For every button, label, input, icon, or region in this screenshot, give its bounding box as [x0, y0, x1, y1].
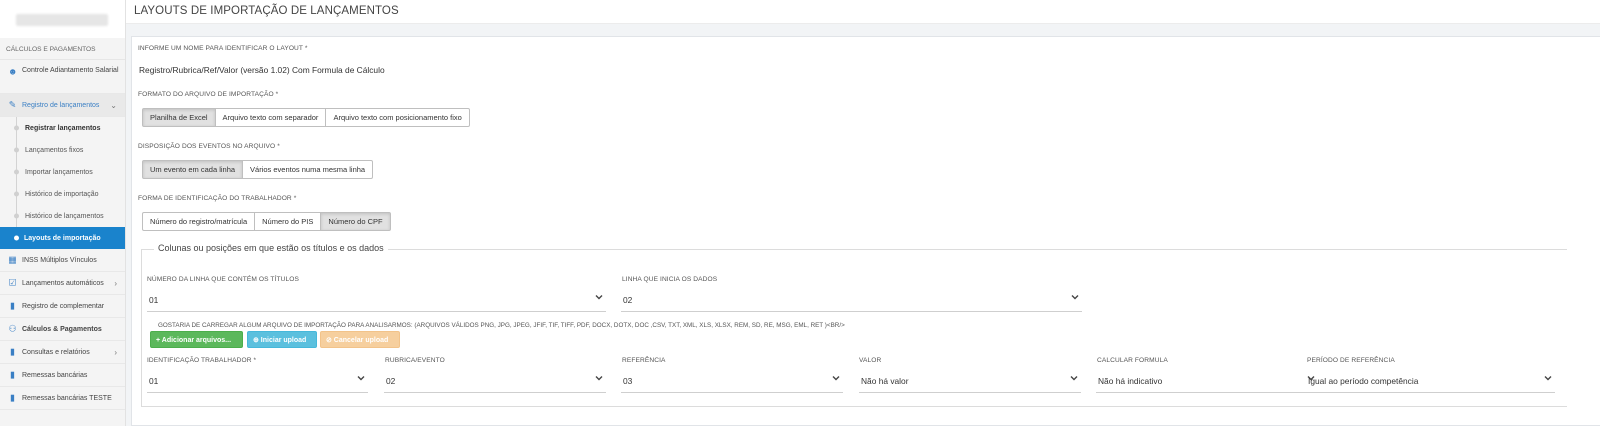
- chevron-down-icon: ⌄: [110, 100, 117, 110]
- format-excel-button[interactable]: Planilha de Excel: [142, 108, 216, 127]
- chevron-down-icon: [831, 373, 841, 383]
- map-valor-select[interactable]: Não há valor: [859, 371, 1081, 393]
- map-referencia-select[interactable]: 03: [621, 371, 843, 393]
- sidebar-item-label: Consultas e relatórios: [22, 348, 90, 356]
- registration-number-button[interactable]: Número do registro/matrícula: [142, 212, 256, 231]
- start-upload-button[interactable]: ⊕ Iniciar upload: [247, 331, 317, 348]
- layout-name-input[interactable]: Registro/Rubrica/Ref/Valor (versão 1.02)…: [139, 65, 385, 75]
- multiple-events-per-line-button[interactable]: Vários eventos numa mesma linha: [242, 160, 374, 179]
- title-row-label: NÚMERO DA LINHA QUE CONTÉM OS TÍTULOS: [147, 276, 299, 283]
- cancel-upload-button[interactable]: ⊘ Cancelar upload: [320, 331, 400, 348]
- map-periodo-select[interactable]: Igual ao período competência: [1306, 371, 1555, 393]
- map-referencia-value: 03: [623, 376, 633, 386]
- chevron-right-icon: ›: [114, 278, 117, 288]
- sidebar-item-remessas-teste[interactable]: ▮ Remessas bancárias TESTE: [0, 387, 125, 410]
- map-periodo-label: PERÍODO DE REFERÊNCIA: [1307, 357, 1395, 364]
- map-calcular-formula-select[interactable]: Não há indicativo: [1096, 371, 1318, 393]
- chevron-right-icon: ›: [114, 347, 117, 357]
- data-row-select[interactable]: 02: [621, 290, 1082, 312]
- sidebar-item-calculos[interactable]: ⚇ Cálculos & Pagamentos: [0, 318, 125, 341]
- map-valor-label: VALOR: [859, 357, 882, 364]
- sidebar-item-label: Registro de complementar: [22, 302, 105, 310]
- sidebar-item-label: Registro de lançamentos: [22, 101, 100, 109]
- sidebar-subitem-fixos[interactable]: Lançamentos fixos: [16, 139, 125, 161]
- sidebar-item-lancamentos-automaticos[interactable]: ☑ Lançamentos automáticos ›: [0, 272, 125, 295]
- map-rubrica-value: 02: [386, 376, 396, 386]
- app-window: CÁLCULOS E PAGAMENTOS ☻ Controle Adianta…: [0, 0, 1600, 426]
- chevron-down-icon: [356, 373, 366, 383]
- events-disposition-label: DISPOSIÇÃO DOS EVENTOS NO ARQUIVO *: [138, 143, 280, 150]
- map-worker-id-select[interactable]: 01: [147, 371, 368, 393]
- sidebar-item-consultas[interactable]: ▮ Consultas e relatórios ›: [0, 341, 125, 364]
- cpf-number-button[interactable]: Número do CPF: [320, 212, 391, 231]
- checkbox-icon: ☑: [8, 277, 17, 288]
- sidebar-item-label: Cálculos & Pagamentos: [22, 325, 102, 333]
- sidebar-item-label: Lançamentos automáticos: [22, 279, 104, 287]
- add-files-button[interactable]: + Adicionar arquivos...: [150, 331, 243, 348]
- sidebar-item-remessas[interactable]: ▮ Remessas bancárias: [0, 364, 125, 387]
- sidebar-item-inss[interactable]: ▦ INSS Múltiplos Vínculos: [0, 249, 125, 272]
- document-icon: ▮: [10, 392, 15, 403]
- columns-legend: Colunas ou posições em que estão os títu…: [154, 243, 388, 253]
- document-icon: ▮: [10, 369, 15, 380]
- layout-name-label: INFORME UM NOME PARA IDENTIFICAR O LAYOU…: [138, 45, 308, 52]
- chevron-down-icon: [594, 292, 604, 302]
- map-valor-value: Não há valor: [861, 376, 909, 386]
- map-rubrica-label: RUBRICA/EVENTO: [385, 357, 445, 364]
- data-row-value: 02: [623, 295, 633, 305]
- sidebar-subitem-registrar[interactable]: Registrar lançamentos: [16, 117, 125, 139]
- sidebar-item-registro-lancamentos[interactable]: ✎ Registro de lançamentos ⌄: [0, 94, 125, 117]
- sidebar-subitem-layouts[interactable]: Layouts de importação: [0, 227, 125, 249]
- sidebar-item-label: Remessas bancárias: [22, 371, 88, 379]
- data-row-label: LINHA QUE INICIA OS DADOS: [622, 276, 718, 283]
- report-icon: ▮: [10, 346, 15, 357]
- map-worker-id-value: 01: [149, 376, 159, 386]
- sidebar-subitem-importar[interactable]: Importar lançamentos: [16, 161, 125, 183]
- chevron-down-icon: [1543, 373, 1553, 383]
- map-calcular-formula-value: Não há indicativo: [1098, 376, 1163, 386]
- chevron-down-icon: [1070, 292, 1080, 302]
- map-periodo-value: Igual ao período competência: [1308, 376, 1419, 386]
- file-format-label: FORMATO DO ARQUIVO DE IMPORTAÇÃO *: [138, 91, 279, 98]
- edit-icon: ✎: [8, 99, 17, 110]
- format-separator-button[interactable]: Arquivo texto com separador: [214, 108, 327, 127]
- events-disposition-button-group: Um evento em cada linha Vários eventos n…: [142, 160, 374, 179]
- pis-number-button[interactable]: Número do PIS: [254, 212, 322, 231]
- map-rubrica-select[interactable]: 02: [384, 371, 606, 393]
- one-event-per-line-button[interactable]: Um evento em cada linha: [142, 160, 244, 179]
- chevron-down-icon: [594, 373, 604, 383]
- map-calcular-formula-label: CALCULAR FORMULA: [1097, 357, 1168, 364]
- sidebar-item-registro-complementar[interactable]: ▮ Registro de complementar: [0, 295, 125, 318]
- sidebar: CÁLCULOS E PAGAMENTOS ☻ Controle Adianta…: [0, 0, 126, 426]
- worker-id-label: FORMA DE IDENTIFICAÇÃO DO TRABALHADOR *: [138, 195, 297, 202]
- sidebar-item-label: Controle Adiantamento Salarial: [22, 67, 119, 74]
- chevron-down-icon: [1069, 373, 1079, 383]
- format-fixed-position-button[interactable]: Arquivo texto com posicionamento fixo: [325, 108, 470, 127]
- worker-id-button-group: Número do registro/matrícula Número do P…: [142, 212, 391, 231]
- sidebar-subitem-historico-lancamentos[interactable]: Histórico de lançamentos: [16, 205, 125, 227]
- building-icon: ▦: [8, 254, 17, 265]
- map-worker-id-label: IDENTIFICAÇÃO TRABALHADOR *: [147, 357, 257, 364]
- sidebar-item-label: INSS Múltiplos Vínculos: [22, 256, 97, 264]
- logo-image: [16, 14, 108, 26]
- page-title: LAYOUTS DE IMPORTAÇÃO DE LANÇAMENTOS: [134, 5, 399, 17]
- sidebar-section-title: CÁLCULOS E PAGAMENTOS: [0, 38, 125, 60]
- title-row-select[interactable]: 01: [147, 290, 606, 312]
- file-format-button-group: Planilha de Excel Arquivo texto com sepa…: [142, 108, 470, 127]
- sidebar-subitem-historico-importacao[interactable]: Histórico de importação: [16, 183, 125, 205]
- people-icon: ⚇: [8, 323, 17, 334]
- sidebar-item-label: Remessas bancárias TESTE: [22, 394, 112, 402]
- person-money-icon: ☻: [8, 66, 18, 77]
- sidebar-item-controle-adiantamento[interactable]: ☻ Controle Adiantamento Salarial: [0, 60, 125, 94]
- logo: [0, 0, 125, 38]
- title-row-value: 01: [149, 295, 159, 305]
- map-referencia-label: REFERÊNCIA: [622, 357, 666, 364]
- document-icon: ▮: [10, 300, 15, 311]
- upload-instructions: GOSTARIA DE CARREGAR ALGUM ARQUIVO DE IM…: [158, 322, 845, 329]
